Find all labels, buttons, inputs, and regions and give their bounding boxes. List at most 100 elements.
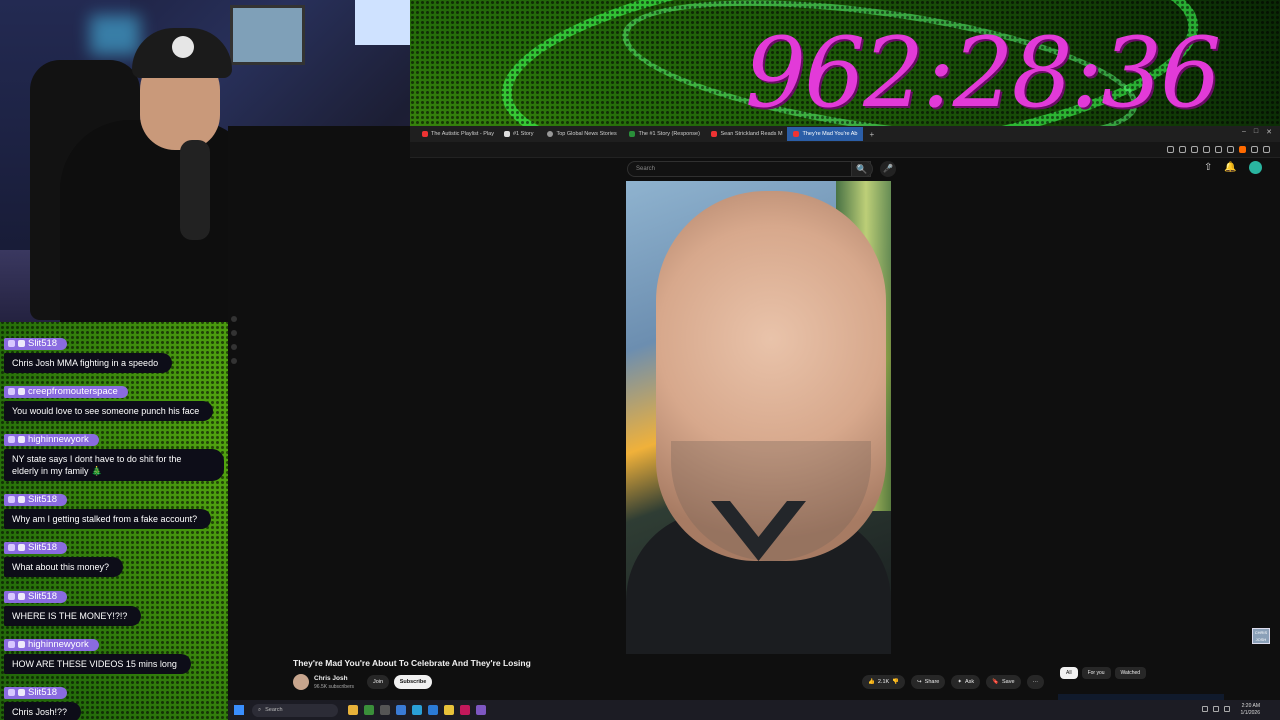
browser-sidebar — [228, 316, 240, 386]
webcam-light — [90, 15, 140, 55]
puzzle-icon[interactable] — [1251, 146, 1258, 153]
history-icon[interactable] — [1227, 146, 1234, 153]
system-tray — [1202, 706, 1230, 712]
taskbar-apps — [348, 705, 486, 715]
chat-text: What about this money? — [4, 557, 124, 577]
sidebar-icon[interactable] — [231, 358, 237, 364]
terminal-icon[interactable] — [380, 705, 390, 715]
chat-username-tag: Slit518 — [4, 541, 68, 554]
search-input[interactable]: Search — [627, 161, 871, 177]
star-badge-icon — [8, 641, 15, 648]
minimize-button[interactable]: – — [1242, 128, 1246, 136]
bell-icon[interactable]: 🔔 — [1224, 162, 1236, 173]
stream-chat: Slit518 Chris Josh MMA fighting in a spe… — [0, 330, 226, 720]
maximize-button[interactable]: □ — [1254, 128, 1258, 136]
chat-message: Slit518 What about this money? — [4, 538, 124, 577]
sidebar-icon[interactable] — [231, 316, 237, 322]
tab-label: Top Global News Stories — [556, 131, 617, 137]
browser-tab[interactable]: The Autistic Playlist - Play — [416, 127, 496, 141]
star-badge-icon — [8, 689, 15, 696]
app-icon[interactable] — [428, 705, 438, 715]
channel-avatar[interactable] — [293, 674, 309, 690]
join-button[interactable]: Join — [367, 675, 389, 689]
tab-label: They're Mad You're Ab — [802, 131, 858, 137]
star-badge-icon — [8, 496, 15, 503]
chat-text: HOW ARE THESE VIDEOS 15 mins long — [4, 654, 191, 674]
obs-icon[interactable] — [460, 705, 470, 715]
sidebar-icon[interactable] — [231, 344, 237, 350]
microphone — [180, 140, 210, 240]
chat-text: You would love to see someone punch his … — [4, 401, 214, 421]
menu-icon[interactable] — [1263, 146, 1270, 153]
channel-name[interactable]: Chris Josh — [314, 675, 348, 682]
chat-username-tag: Slit518 — [4, 686, 68, 699]
search-icon[interactable]: 🔍 — [851, 161, 873, 177]
sub-badge-icon — [18, 340, 25, 347]
play-icon[interactable] — [1215, 146, 1222, 153]
more-button[interactable]: ··· — [1026, 675, 1045, 689]
like-button[interactable]: 👍 2.1K 👎 — [862, 675, 906, 689]
save-label: Save — [1001, 679, 1015, 685]
clock-time: 2:20 AM — [1241, 703, 1260, 709]
sub-badge-icon — [18, 689, 25, 696]
upload-icon[interactable]: ⇧ — [1204, 162, 1212, 173]
subathon-timer: 962:28:36 — [745, 17, 1221, 129]
search-icon: ⌕ — [258, 706, 262, 713]
star-badge-icon — [8, 544, 15, 551]
app-icon[interactable] — [476, 705, 486, 715]
chat-username-tag: Slit518 — [4, 590, 68, 603]
thumbs-down-icon[interactable]: 👎 — [892, 679, 899, 685]
network-icon[interactable] — [1213, 706, 1219, 712]
page-icon — [504, 131, 510, 137]
browser-tab[interactable]: Top Global News Stories — [541, 127, 621, 141]
telegram-icon[interactable] — [412, 705, 422, 715]
notes-icon[interactable] — [444, 705, 454, 715]
chevron-up-icon[interactable] — [1202, 706, 1208, 712]
tab-label: The #1 Story (Response) — [638, 131, 700, 137]
filter-chip-all[interactable]: All — [1060, 667, 1078, 679]
new-tab-button[interactable]: + — [865, 130, 878, 139]
avatar[interactable] — [1248, 161, 1262, 174]
browser-tab[interactable]: #1 Story — [498, 127, 539, 141]
chat-username: Slit518 — [28, 542, 58, 553]
brave-icon[interactable] — [1239, 146, 1246, 153]
close-button[interactable]: ✕ — [1266, 128, 1272, 136]
chat-message: Slit518 Chris Josh MMA fighting in a spe… — [4, 334, 173, 373]
windows-start-icon[interactable] — [234, 705, 244, 715]
filter-chip-for-you[interactable]: For you — [1081, 667, 1111, 679]
filter-chip-watched[interactable]: Watched — [1114, 667, 1147, 679]
ask-button[interactable]: ✦ Ask — [951, 675, 981, 689]
browser-tab[interactable]: Sean Strickland Reads M — [705, 127, 785, 141]
video-player[interactable] — [626, 181, 891, 654]
subscribe-button[interactable]: Subscribe — [394, 675, 432, 689]
bookmark-icon[interactable] — [1167, 146, 1174, 153]
ask-label: Ask — [964, 679, 975, 685]
channel-watermark[interactable]: CHRIS JOSH — [1252, 628, 1270, 644]
volume-icon[interactable] — [1224, 706, 1230, 712]
cap-logo — [172, 36, 194, 58]
steam-icon[interactable] — [396, 705, 406, 715]
chat-username: Slit518 — [28, 591, 58, 602]
chrome-icon[interactable] — [364, 705, 374, 715]
taskbar-search[interactable]: ⌕ Search — [252, 703, 338, 717]
browser-tab-active[interactable]: They're Mad You're Ab — [787, 127, 864, 141]
tab-label: Sean Strickland Reads M — [720, 131, 783, 137]
webcam-monitor — [355, 0, 410, 45]
taskbar-clock[interactable]: 2:20 AM 1/1/2026 — [1241, 703, 1260, 717]
share-button[interactable]: ↪ Share — [911, 675, 946, 689]
folder-icon[interactable] — [348, 705, 358, 715]
browser-tab[interactable]: The #1 Story (Response) — [623, 127, 703, 141]
mic-icon[interactable]: 🎤 — [880, 161, 896, 177]
sub-badge-icon — [18, 496, 25, 503]
chat-username: highinnewyork — [28, 434, 89, 445]
shield-icon[interactable] — [1191, 146, 1198, 153]
extension-icon[interactable] — [1179, 146, 1186, 153]
sidebar-icon[interactable] — [231, 330, 237, 336]
chat-username: creepfromouterspace — [28, 386, 118, 397]
save-button[interactable]: 🔖 Save — [986, 675, 1021, 689]
chat-text: Why am I getting stalked from a fake acc… — [4, 509, 212, 529]
download-icon[interactable] — [1203, 146, 1210, 153]
star-badge-icon — [8, 340, 15, 347]
youtube-header-actions: ⇧ 🔔 — [1204, 161, 1262, 174]
video-title: They're Mad You're About To Celebrate An… — [293, 658, 531, 668]
